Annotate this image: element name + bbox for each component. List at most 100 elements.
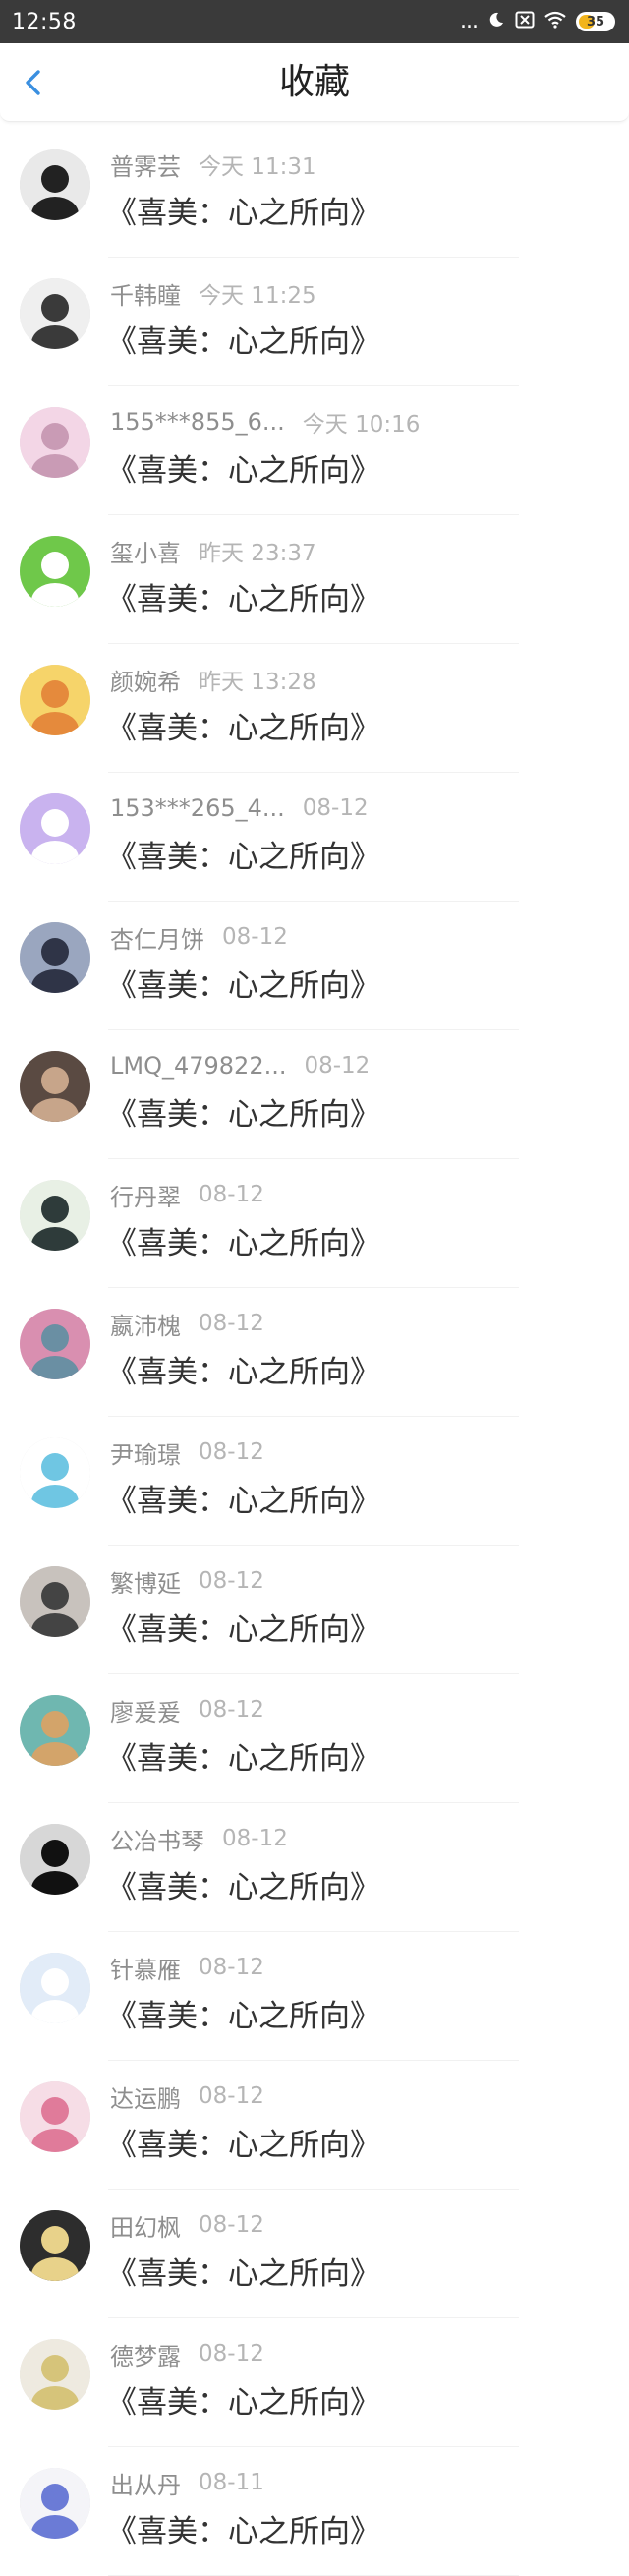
avatar[interactable] — [20, 2339, 90, 2410]
user-name: 德梦露 — [110, 2342, 181, 2371]
timestamp: 08-12 — [199, 2083, 264, 2109]
avatar[interactable] — [20, 1180, 90, 1251]
list-item[interactable]: 廖爰爰 08-12 《喜美：心之所向》 — [0, 1674, 629, 1803]
avatar[interactable] — [20, 149, 90, 220]
timestamp: 今天 10:16 — [302, 412, 421, 438]
nav-bar: 收藏 — [0, 43, 629, 122]
avatar[interactable] — [20, 2210, 90, 2281]
item-meta: 廖爰爰 08-12 — [110, 1694, 264, 1727]
item-meta: 普霁芸 今天 11:31 — [110, 148, 316, 181]
list-item[interactable]: 153***265_4... 08-12 《喜美：心之所向》 — [0, 773, 629, 902]
user-name: 公冶书琴 — [110, 1827, 204, 1855]
list-item[interactable]: 玺小喜 昨天 23:37 《喜美：心之所向》 — [0, 515, 629, 644]
avatar[interactable] — [20, 1953, 90, 2023]
timestamp: 08-12 — [199, 1182, 264, 1207]
user-name: 155***855_6... — [110, 408, 285, 436]
list-item[interactable]: 千韩瞳 今天 11:25 《喜美：心之所向》 — [0, 258, 629, 386]
avatar[interactable] — [20, 1051, 90, 1122]
collection-title: 《喜美：心之所向》 — [106, 968, 380, 1004]
user-name: 153***265_4... — [110, 794, 285, 822]
collection-title: 《喜美：心之所向》 — [106, 840, 380, 875]
list-item[interactable]: 尹瑜璟 08-12 《喜美：心之所向》 — [0, 1417, 629, 1546]
avatar[interactable] — [20, 1566, 90, 1637]
avatar[interactable] — [20, 1695, 90, 1766]
collection-title: 《喜美：心之所向》 — [106, 1097, 380, 1133]
item-meta: 行丹翠 08-12 — [110, 1179, 264, 1211]
item-meta: 繁博延 08-12 — [110, 1565, 264, 1598]
avatar[interactable] — [20, 407, 90, 478]
list-item[interactable]: 出从丹 08-11 《喜美：心之所向》 — [0, 2447, 629, 2576]
more-dots-icon: ... — [460, 9, 479, 33]
timestamp: 08-12 — [199, 1568, 264, 1594]
status-time: 12:58 — [12, 9, 77, 34]
avatar[interactable] — [20, 665, 90, 735]
status-icons: ... 35 — [460, 11, 615, 32]
list-item[interactable]: 155***855_6... 今天 10:16 《喜美：心之所向》 — [0, 386, 629, 515]
user-name: 行丹翠 — [110, 1183, 181, 1211]
user-name: 嬴沛槐 — [110, 1312, 181, 1340]
item-meta: 公冶书琴 08-12 — [110, 1823, 288, 1855]
list-item[interactable]: 杏仁月饼 08-12 《喜美：心之所向》 — [0, 902, 629, 1030]
collection-title: 《喜美：心之所向》 — [106, 324, 380, 360]
page-title: 收藏 — [278, 62, 350, 102]
avatar[interactable] — [20, 536, 90, 607]
timestamp: 08-12 — [199, 1697, 264, 1723]
avatar[interactable] — [20, 1824, 90, 1895]
collection-title: 《喜美：心之所向》 — [106, 582, 380, 617]
item-meta: LMQ_479822... 08-12 — [110, 1050, 370, 1082]
collection-title: 《喜美：心之所向》 — [106, 1999, 380, 2034]
list-item[interactable]: 田幻枫 08-12 《喜美：心之所向》 — [0, 2190, 629, 2318]
user-name: 千韩瞳 — [110, 281, 181, 310]
sim-x-icon — [515, 11, 535, 32]
avatar[interactable] — [20, 922, 90, 993]
collection-title: 《喜美：心之所向》 — [106, 1741, 380, 1777]
collection-title: 《喜美：心之所向》 — [106, 2514, 380, 2549]
item-meta: 颜婉希 昨天 13:28 — [110, 664, 316, 696]
avatar[interactable] — [20, 2081, 90, 2152]
item-meta: 杏仁月饼 08-12 — [110, 921, 288, 954]
collection-title: 《喜美：心之所向》 — [106, 1612, 380, 1648]
timestamp: 08-12 — [199, 1439, 264, 1465]
collection-title: 《喜美：心之所向》 — [106, 1226, 380, 1261]
user-name: LMQ_479822... — [110, 1052, 287, 1080]
avatar[interactable] — [20, 2468, 90, 2539]
list-item[interactable]: 公冶书琴 08-12 《喜美：心之所向》 — [0, 1803, 629, 1932]
list-item[interactable]: 达运鹏 08-12 《喜美：心之所向》 — [0, 2061, 629, 2190]
list-item[interactable]: 德梦露 08-12 《喜美：心之所向》 — [0, 2318, 629, 2447]
collection-title: 《喜美：心之所向》 — [106, 711, 380, 746]
user-name: 出从丹 — [110, 2471, 181, 2499]
collection-title: 《喜美：心之所向》 — [106, 196, 380, 231]
battery-icon: 35 — [576, 12, 615, 31]
list-item[interactable]: 普霁芸 今天 11:31 《喜美：心之所向》 — [0, 129, 629, 258]
avatar[interactable] — [20, 1437, 90, 1508]
timestamp: 08-12 — [199, 2341, 264, 2367]
collection-title: 《喜美：心之所向》 — [106, 2256, 380, 2292]
item-meta: 出从丹 08-11 — [110, 2467, 264, 2499]
collection-title: 《喜美：心之所向》 — [106, 2128, 380, 2163]
collection-title: 《喜美：心之所向》 — [106, 1484, 380, 1519]
item-meta: 155***855_6... 今天 10:16 — [110, 406, 420, 438]
status-bar: 12:58 ... 35 — [0, 0, 629, 43]
list-item[interactable]: 嬴沛槐 08-12 《喜美：心之所向》 — [0, 1288, 629, 1417]
back-button[interactable] — [14, 63, 53, 102]
list-item[interactable]: LMQ_479822... 08-12 《喜美：心之所向》 — [0, 1030, 629, 1159]
list-item[interactable]: 颜婉希 昨天 13:28 《喜美：心之所向》 — [0, 644, 629, 773]
avatar[interactable] — [20, 1309, 90, 1379]
item-meta: 达运鹏 08-12 — [110, 2080, 264, 2113]
user-name: 针慕雁 — [110, 1956, 181, 1984]
item-meta: 153***265_4... 08-12 — [110, 792, 369, 824]
user-name: 颜婉希 — [110, 668, 181, 696]
list-item[interactable]: 繁博延 08-12 《喜美：心之所向》 — [0, 1546, 629, 1674]
timestamp: 08-12 — [199, 1955, 264, 1980]
timestamp: 08-12 — [199, 2212, 264, 2238]
list-item[interactable]: 针慕雁 08-12 《喜美：心之所向》 — [0, 1932, 629, 2061]
item-meta: 德梦露 08-12 — [110, 2338, 264, 2371]
user-name: 尹瑜璟 — [110, 1440, 181, 1469]
collection-title: 《喜美：心之所向》 — [106, 453, 380, 489]
favorites-list: 普霁芸 今天 11:31 《喜美：心之所向》 千韩瞳 今天 11:25 《喜美：心之所向》… — [0, 129, 629, 2576]
collection-title: 《喜美：心之所向》 — [106, 2385, 380, 2421]
avatar[interactable] — [20, 278, 90, 349]
avatar[interactable] — [20, 793, 90, 864]
user-name: 杏仁月饼 — [110, 925, 204, 954]
list-item[interactable]: 行丹翠 08-12 《喜美：心之所向》 — [0, 1159, 629, 1288]
